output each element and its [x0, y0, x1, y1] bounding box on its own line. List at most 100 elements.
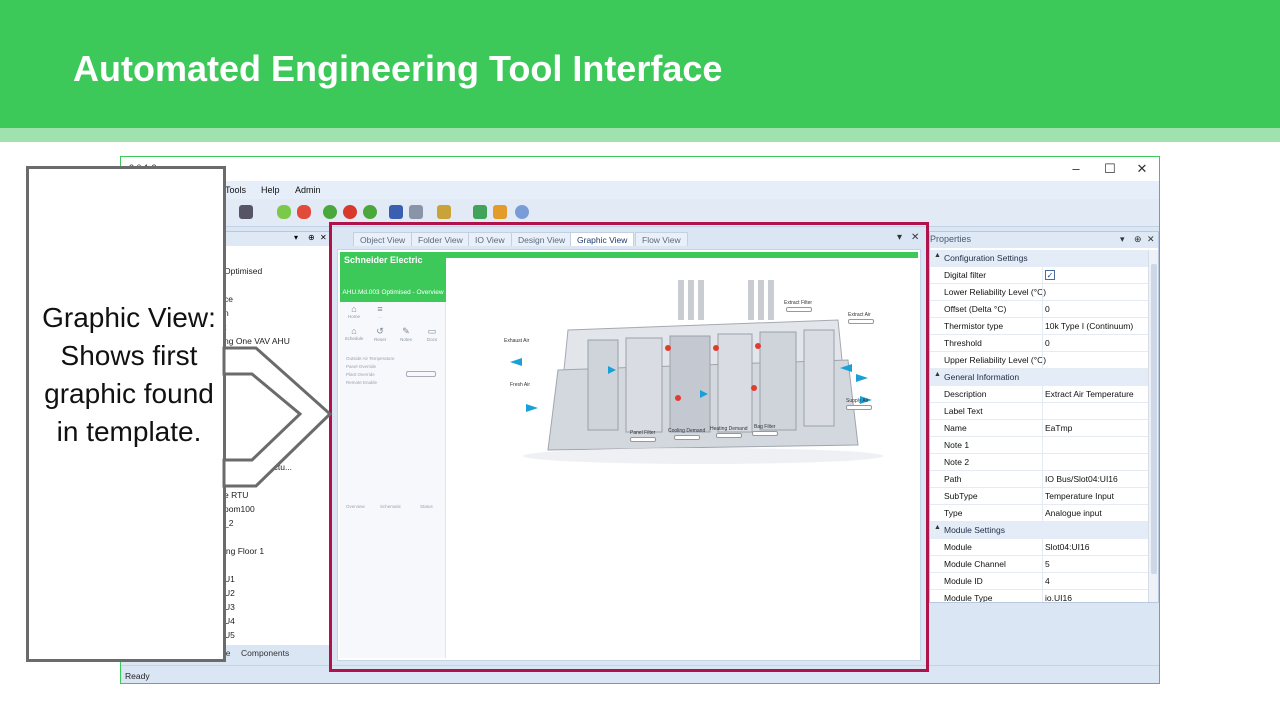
- property-value[interactable]: EaTmp: [1045, 423, 1072, 433]
- pencil-icon[interactable]: [493, 205, 507, 219]
- property-row[interactable]: Upper Reliability Level (°C): [930, 352, 1148, 369]
- property-value[interactable]: Analogue input: [1045, 508, 1102, 518]
- dropdown-icon[interactable]: ▾: [294, 233, 298, 242]
- tree-item[interactable]: Optimised: [224, 266, 262, 276]
- property-row[interactable]: Label Text: [930, 403, 1148, 420]
- property-value[interactable]: 0: [1045, 304, 1050, 314]
- property-row[interactable]: Module Channel 5: [930, 556, 1148, 573]
- database-red-icon[interactable]: [297, 205, 311, 219]
- undo-icon[interactable]: [343, 205, 357, 219]
- slide: Automated Engineering Tool Interface 2.0…: [0, 0, 1280, 720]
- property-row[interactable]: Name EaTmp: [930, 420, 1148, 437]
- property-row[interactable]: Module Type io.UI16: [930, 590, 1148, 602]
- tab-components[interactable]: Components: [241, 648, 289, 658]
- redo-icon[interactable]: [363, 205, 377, 219]
- minimize-icon[interactable]: –: [1059, 160, 1093, 178]
- status-text: Ready: [125, 671, 150, 681]
- property-row[interactable]: Module ID 4: [930, 573, 1148, 590]
- graphic-view-highlight: [329, 222, 929, 672]
- property-row[interactable]: Type Analogue input: [930, 505, 1148, 522]
- tree-item[interactable]: ing Floor 1: [224, 546, 264, 556]
- property-name: Description: [944, 389, 987, 399]
- property-value[interactable]: IO Bus/Slot04:UI16: [1045, 474, 1118, 484]
- callout-arrow-shape: [222, 346, 333, 488]
- category-general-information[interactable]: ▲ General Information: [930, 369, 1148, 386]
- property-row[interactable]: Offset (Delta °C) 0: [930, 301, 1148, 318]
- property-row[interactable]: SubType Temperature Input: [930, 488, 1148, 505]
- menu-tools[interactable]: Tools: [225, 185, 246, 195]
- collapse-icon[interactable]: ▲: [934, 524, 941, 531]
- property-name: Upper Reliability Level (°C): [944, 355, 1047, 365]
- property-row[interactable]: Description Extract Air Temperature: [930, 386, 1148, 403]
- property-row[interactable]: Path IO Bus/Slot04:UI16: [930, 471, 1148, 488]
- property-name: Threshold: [944, 338, 982, 348]
- property-row[interactable]: Note 1: [930, 437, 1148, 454]
- property-name: Module: [944, 542, 972, 552]
- property-name: SubType: [944, 491, 978, 501]
- property-name: Module ID: [944, 576, 983, 586]
- property-value[interactable]: 5: [1045, 559, 1050, 569]
- property-row[interactable]: Lower Reliability Level (°C): [930, 284, 1148, 301]
- properties-scrollbar[interactable]: [1148, 250, 1158, 602]
- property-value[interactable]: Extract Air Temperature: [1045, 389, 1134, 399]
- callout-text: Graphic View: Shows first graphic found …: [42, 302, 216, 447]
- callout-box: Graphic View: Shows first graphic found …: [26, 166, 226, 662]
- grid-icon[interactable]: [239, 205, 253, 219]
- property-row[interactable]: Thermistor type 10k Type I (Continuum): [930, 318, 1148, 335]
- save-icon[interactable]: [389, 205, 403, 219]
- digital-filter-checkbox[interactable]: ✓: [1045, 270, 1055, 280]
- collapse-icon[interactable]: ▲: [934, 252, 941, 259]
- save-all-icon[interactable]: [409, 205, 423, 219]
- left-dock-header: ▾ ⊕ ✕: [222, 232, 330, 246]
- property-row[interactable]: Note 2: [930, 454, 1148, 471]
- callout-arrow: [222, 346, 333, 488]
- property-grid: ▲ Configuration Settings Digital filter ✓ …: [930, 250, 1148, 602]
- property-value[interactable]: 10k Type I (Continuum): [1045, 321, 1133, 331]
- menu-help[interactable]: Help: [261, 185, 280, 195]
- database-green-icon[interactable]: [277, 205, 291, 219]
- title-banner: Automated Engineering Tool Interface: [0, 0, 1280, 130]
- property-row[interactable]: Module Slot04:UI16: [930, 539, 1148, 556]
- dropdown-icon[interactable]: ▾: [1120, 234, 1125, 245]
- property-name: Path: [944, 474, 962, 484]
- property-row[interactable]: Threshold 0: [930, 335, 1148, 352]
- banner-stripe: [0, 128, 1280, 142]
- close-icon[interactable]: ✕: [1125, 160, 1159, 178]
- properties-title: Properties: [930, 234, 972, 244]
- export-icon[interactable]: [473, 205, 487, 219]
- close-icon[interactable]: ✕: [1147, 234, 1155, 245]
- property-value[interactable]: Slot04:UI16: [1045, 542, 1089, 552]
- category-label: Configuration Settings: [944, 253, 1028, 263]
- properties-header: Properties ▾ ⊕ ✕: [930, 232, 1158, 248]
- refresh-icon[interactable]: [323, 205, 337, 219]
- title-bar: 2.0.1.2 – ☐ ✕: [121, 157, 1159, 181]
- pin-icon[interactable]: ⊕: [1134, 234, 1142, 245]
- maximize-icon[interactable]: ☐: [1093, 160, 1127, 178]
- slide-title: Automated Engineering Tool Interface: [73, 48, 723, 89]
- property-value[interactable]: 0: [1045, 338, 1050, 348]
- property-name: Note 2: [944, 457, 970, 467]
- property-name: Type: [944, 508, 963, 518]
- category-label: General Information: [944, 372, 1020, 382]
- category-label: Module Settings: [944, 525, 1005, 535]
- property-value[interactable]: 4: [1045, 576, 1050, 586]
- property-value[interactable]: io.UI16: [1045, 593, 1072, 602]
- collapse-icon[interactable]: ▲: [934, 371, 941, 378]
- property-name: Name: [944, 423, 967, 433]
- property-value[interactable]: Temperature Input: [1045, 491, 1114, 501]
- menu-admin[interactable]: Admin: [295, 185, 321, 195]
- property-name: Offset (Delta °C): [944, 304, 1007, 314]
- property-name: Digital filter: [944, 270, 987, 280]
- properties-panel: Properties ▾ ⊕ ✕ ▲ Configuration Settings…: [929, 231, 1159, 603]
- category-configuration-settings[interactable]: ▲ Configuration Settings: [930, 250, 1148, 267]
- category-module-settings[interactable]: ▲ Module Settings: [930, 522, 1148, 539]
- tree-item[interactable]: oom100: [224, 504, 255, 514]
- pin-icon[interactable]: ⊕: [308, 233, 315, 242]
- wand-icon[interactable]: [437, 205, 451, 219]
- close-icon[interactable]: ✕: [320, 233, 327, 242]
- property-row[interactable]: Digital filter ✓: [930, 267, 1148, 284]
- property-name: Module Channel: [944, 559, 1006, 569]
- scroll-thumb[interactable]: [1151, 264, 1157, 574]
- settings-icon[interactable]: [515, 205, 529, 219]
- property-name: Note 1: [944, 440, 970, 450]
